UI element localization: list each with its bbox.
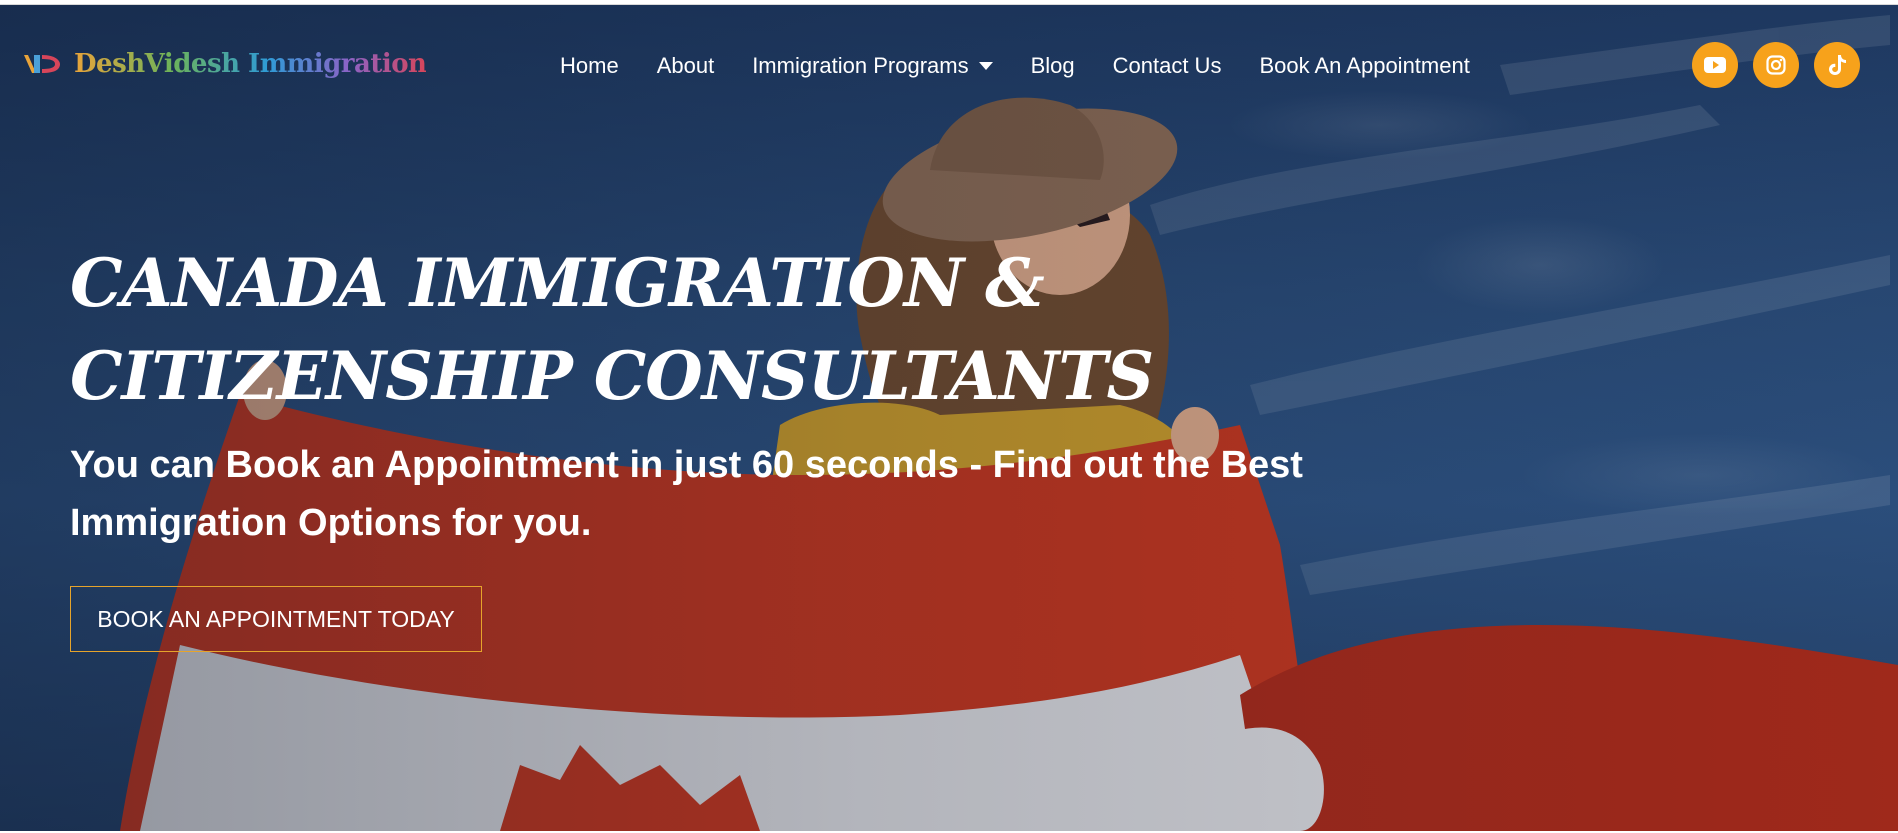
book-appointment-button[interactable]: BOOK AN APPOINTMENT TODAY (70, 586, 482, 652)
youtube-icon (1704, 57, 1726, 73)
brand-name: DeshVidesh Immigration (74, 49, 427, 79)
nav-book-appointment[interactable]: Book An Appointment (1259, 53, 1469, 79)
nav-blog[interactable]: Blog (1031, 53, 1075, 79)
page-frame: DeshVidesh Immigration Home About Immigr… (0, 4, 1898, 831)
nav-home[interactable]: Home (560, 53, 619, 79)
instagram-icon (1766, 55, 1786, 75)
instagram-link[interactable] (1753, 42, 1799, 88)
nav-about[interactable]: About (657, 53, 715, 79)
nav-immigration-programs-label: Immigration Programs (752, 53, 969, 78)
hero-subheading-line-2: Immigration Options for you. (70, 502, 592, 544)
hero-subheading-line-1: You can Book an Appointment in just 60 s… (70, 444, 1303, 486)
tiktok-icon (1829, 55, 1846, 75)
chevron-down-icon (978, 62, 993, 70)
nav-immigration-programs[interactable]: Immigration Programs (752, 53, 993, 79)
hero-headline-line-2: CITIZENSHIP CONSULTANTS (70, 337, 1154, 415)
brand-logo[interactable]: DeshVidesh Immigration (22, 49, 427, 79)
tiktok-link[interactable] (1814, 42, 1860, 88)
social-links (1692, 42, 1860, 88)
main-nav: Home About Immigration Programs Blog Con… (560, 53, 1470, 79)
dv-logo-icon (24, 55, 60, 73)
hero-subheading: You can Book an Appointment in just 60 s… (70, 436, 1470, 552)
hero-headline-line-1: CANADA IMMIGRATION & (70, 244, 1045, 322)
nav-contact-us[interactable]: Contact Us (1113, 53, 1222, 79)
hero-headline: CANADA IMMIGRATION & CITIZENSHIP CONSULT… (70, 237, 1170, 423)
youtube-link[interactable] (1692, 42, 1738, 88)
